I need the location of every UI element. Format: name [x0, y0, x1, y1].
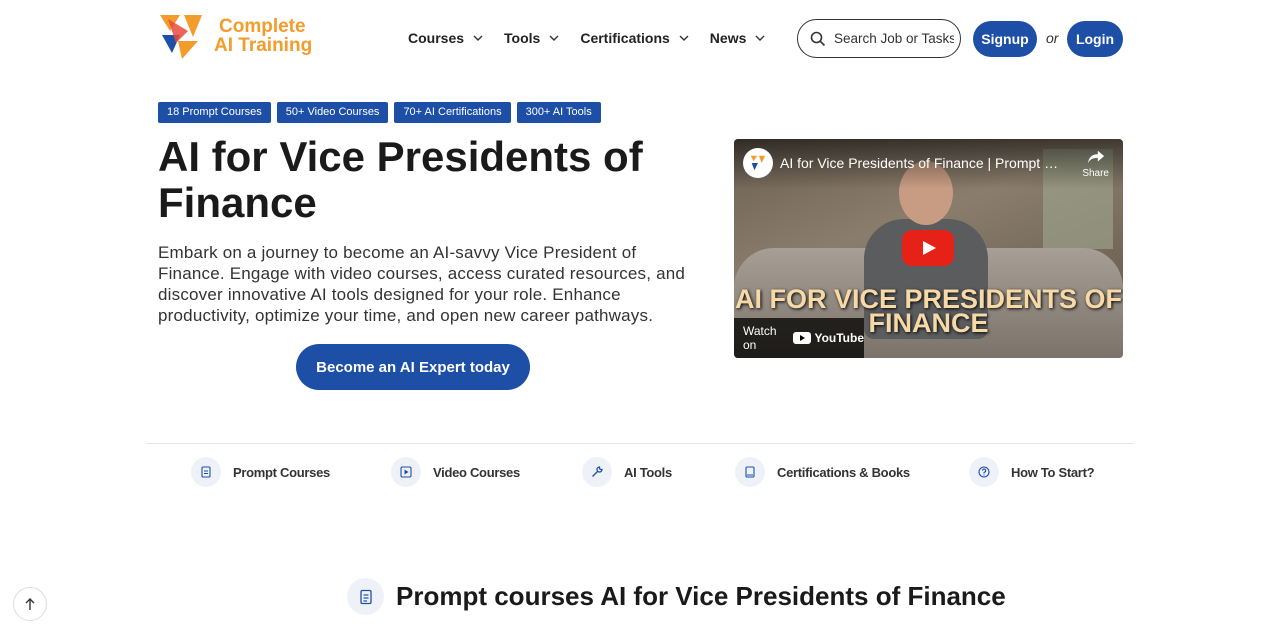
logo-mark-icon — [160, 15, 202, 59]
watch-on-label: Watch on — [743, 324, 777, 352]
nav-tools-label: Tools — [504, 30, 541, 46]
youtube-label: YouTube — [814, 331, 864, 345]
wrench-icon — [592, 466, 603, 477]
document-icon — [201, 466, 211, 478]
badge-ai-tools[interactable]: 300+ AI Tools — [516, 102, 601, 123]
nav-tools[interactable]: Tools — [504, 30, 560, 46]
category-icon-wrap — [969, 457, 999, 487]
search-icon — [810, 31, 826, 46]
search-input[interactable] — [834, 31, 954, 46]
play-icon — [400, 466, 412, 478]
chevron-down-icon — [755, 35, 765, 41]
share-icon — [1087, 150, 1104, 164]
search-box[interactable] — [797, 19, 961, 58]
logo-text: Complete AI Training — [214, 17, 312, 55]
category-video-courses[interactable]: Video Courses — [391, 457, 520, 487]
category-icon-wrap — [191, 457, 221, 487]
arrow-up-icon — [25, 598, 35, 610]
page-title: AI for Vice Presidents of Finance — [158, 133, 643, 226]
logo-line-2: AI Training — [214, 35, 313, 56]
category-ai-tools[interactable]: AI Tools — [582, 457, 672, 487]
category-icon-wrap — [391, 457, 421, 487]
badge-prompt-courses[interactable]: 18 Prompt Courses — [158, 102, 271, 123]
nav-certifications[interactable]: Certifications — [580, 30, 689, 46]
section-icon-wrap — [347, 578, 384, 615]
badge-video-courses[interactable]: 50+ Video Courses — [276, 102, 389, 123]
become-expert-button[interactable]: Become an AI Expert today — [296, 344, 530, 390]
share-button[interactable]: Share — [1082, 149, 1109, 179]
section-divider — [146, 443, 1134, 444]
chevron-down-icon — [549, 35, 559, 41]
video-player[interactable]: AI for Vice Presidents of Finance | Prom… — [734, 139, 1123, 358]
category-label: Prompt Courses — [233, 464, 330, 480]
nav-certifications-label: Certifications — [580, 30, 670, 46]
category-label: Certifications & Books — [777, 464, 910, 480]
category-certifications-books[interactable]: Certifications & Books — [735, 457, 910, 487]
video-title[interactable]: AI for Vice Presidents of Finance | Prom… — [780, 155, 1060, 171]
nav-courses-label: Courses — [408, 30, 465, 46]
chevron-down-icon — [679, 35, 689, 41]
signup-button[interactable]: Signup — [973, 21, 1037, 57]
login-button[interactable]: Login — [1067, 21, 1123, 57]
category-icon-wrap — [735, 457, 765, 487]
category-label: AI Tools — [624, 464, 672, 480]
badge-certifications[interactable]: 70+ AI Certifications — [394, 102, 511, 123]
stats-badges: 18 Prompt Courses 50+ Video Courses 70+ … — [158, 102, 607, 123]
nav-news-label: News — [709, 30, 747, 46]
nav-courses[interactable]: Courses — [408, 30, 484, 46]
scroll-to-top-button[interactable] — [13, 587, 47, 621]
category-label: Video Courses — [433, 464, 520, 480]
main-nav: Courses Tools Certifications News — [408, 30, 786, 46]
channel-avatar[interactable] — [743, 148, 773, 178]
youtube-logo: YouTube — [793, 331, 864, 345]
logo-line-1: Complete — [219, 16, 306, 37]
channel-logo-icon — [750, 155, 766, 171]
watch-on-youtube-link[interactable]: Watch on YouTube — [734, 318, 864, 358]
play-button[interactable] — [902, 230, 954, 266]
question-icon — [978, 466, 990, 478]
section-title: Prompt courses AI for Vice Presidents of… — [396, 581, 1006, 611]
category-label: How To Start? — [1011, 464, 1095, 480]
share-label: Share — [1082, 168, 1109, 179]
book-icon — [745, 466, 755, 478]
category-how-to-start[interactable]: How To Start? — [969, 457, 1095, 487]
hero-description: Embark on a journey to become an AI-savv… — [158, 243, 686, 325]
document-icon — [359, 589, 372, 604]
logo[interactable]: Complete AI Training — [158, 13, 312, 59]
chevron-down-icon — [473, 35, 483, 41]
youtube-icon — [793, 332, 812, 344]
category-icon-wrap — [582, 457, 612, 487]
nav-news[interactable]: News — [710, 30, 767, 46]
category-prompt-courses[interactable]: Prompt Courses — [191, 457, 330, 487]
or-text: or — [1046, 30, 1059, 46]
